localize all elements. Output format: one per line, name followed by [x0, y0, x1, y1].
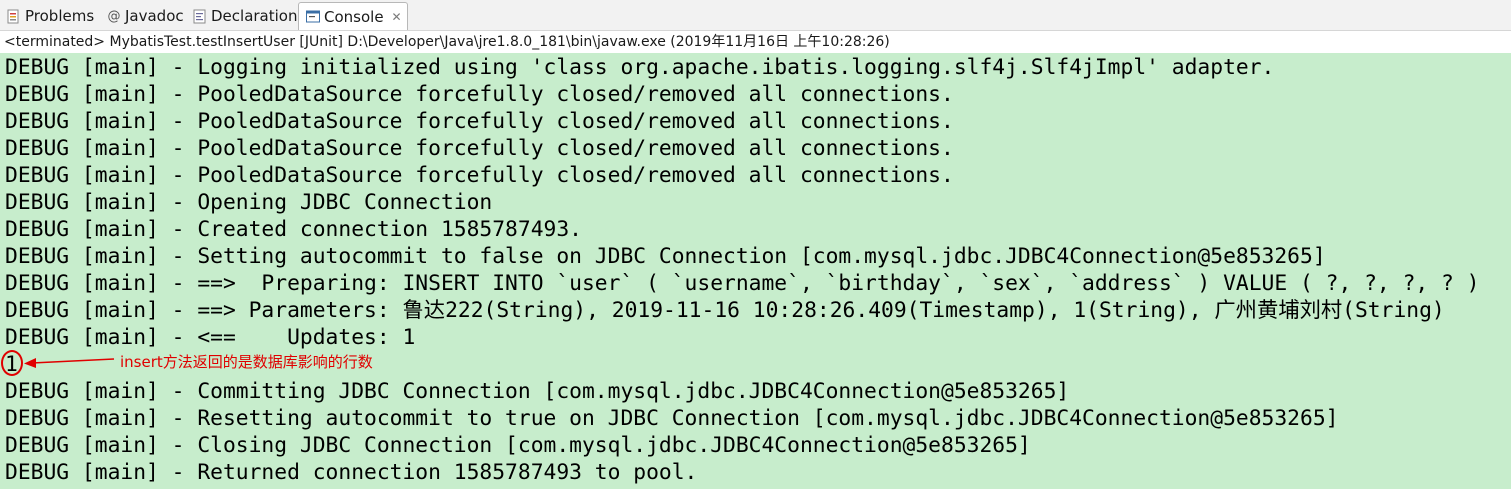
console-line: DEBUG [main] - Committing JDBC Connectio… [5, 379, 1070, 404]
process-status-line: <terminated> MybatisTest.testInsertUser … [0, 31, 1511, 53]
console-line: DEBUG [main] - PooledDataSource forceful… [5, 136, 954, 161]
console-line: DEBUG [main] - PooledDataSource forceful… [5, 163, 954, 188]
annotation-text: insert方法返回的是数据库影响的行数 [120, 353, 373, 371]
tab-label: Javadoc [125, 7, 184, 25]
console-line: DEBUG [main] - Setting autocommit to fal… [5, 244, 1326, 269]
declaration-icon [192, 8, 208, 24]
at-icon: @ [107, 8, 121, 24]
console-line: DEBUG [main] - ==> Preparing: INSERT INT… [5, 271, 1480, 296]
console-line: DEBUG [main] - Resetting autocommit to t… [5, 406, 1339, 431]
console-line: DEBUG [main] - ==> Parameters: 鲁达222(Str… [5, 298, 1445, 323]
tab-label: Declaration [211, 7, 298, 25]
console-line: DEBUG [main] - PooledDataSource forceful… [5, 82, 954, 107]
tab-javadoc[interactable]: @ Javadoc [100, 2, 186, 30]
close-icon[interactable]: ✕ [392, 10, 402, 24]
problems-icon [6, 8, 22, 24]
tab-console[interactable]: Console ✕ [298, 2, 408, 30]
annotation-arrow [24, 358, 115, 368]
console-output[interactable]: DEBUG [main] - Logging initialized using… [0, 53, 1511, 489]
console-line: DEBUG [main] - PooledDataSource forceful… [5, 109, 954, 134]
console-line: DEBUG [main] - Closing JDBC Connection [… [5, 433, 1031, 458]
console-icon [305, 9, 321, 25]
tab-declaration[interactable]: Declaration [186, 2, 298, 30]
view-tab-bar: Problems @ Javadoc Declaration Console ✕ [0, 0, 1511, 31]
console-line: DEBUG [main] - Logging initialized using… [5, 55, 1275, 80]
tab-problems[interactable]: Problems [0, 2, 100, 30]
tab-label: Console [324, 7, 384, 26]
tab-label: Problems [25, 7, 95, 25]
